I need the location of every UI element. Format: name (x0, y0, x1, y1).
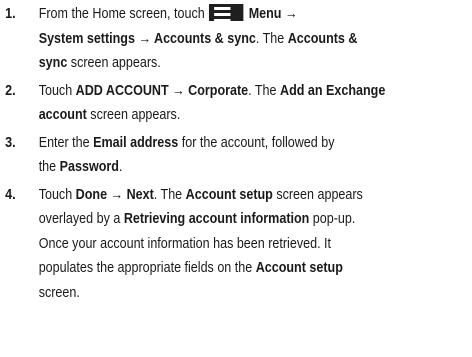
step-line: overlayed by a Retrieving account inform… (39, 207, 472, 232)
step-line: Once your account information has been r… (39, 232, 472, 257)
text-segment-bold: account (38, 107, 87, 123)
text-segment: screen appears. (67, 55, 161, 71)
text-segment: Once your account information has been r… (38, 235, 332, 252)
step-line: System settings → Accounts & sync. The A… (39, 27, 472, 52)
text-segment: . (118, 159, 123, 175)
text-segment-bold: Accounts & (287, 30, 358, 47)
step-4: 4. Touch Done → Next. The Account setup … (0, 183, 471, 306)
step-2: 2. Touch ADD ACCOUNT → Corporate. The Ad… (0, 79, 471, 128)
step-line: sync screen appears. (39, 51, 472, 76)
text-segment: Enter the (38, 134, 94, 151)
text-segment-bold: Account setup (185, 186, 273, 203)
text-segment: screen. (38, 284, 80, 301)
text-segment: From the Home screen, touch (38, 6, 205, 22)
text-segment-bold: Add an Exchange (280, 82, 386, 99)
text-segment-bold: sync (38, 55, 68, 71)
step-line: Touch Done → Next. The Account setup scr… (39, 183, 472, 208)
step-line: account screen appears. (39, 103, 472, 128)
text-segment: screen appears (272, 186, 363, 203)
step-line: populates the appropriate fields on the … (39, 256, 472, 281)
step-line: Enter the Email address for the account,… (39, 131, 472, 156)
text-segment: screen appears. (86, 107, 181, 123)
step-number: 2. (5, 82, 16, 99)
text-segment: . The (255, 30, 288, 47)
menu-icon (209, 4, 244, 21)
text-segment: Touch (38, 186, 76, 203)
text-segment-bold: Retrieving account information (123, 211, 310, 227)
step-line: the Password. (39, 155, 472, 180)
step-number: 4. (5, 186, 16, 203)
step-line: From the Home screen, touch Menu → (39, 2, 472, 27)
step-3: 3. Enter the Email address for the accou… (0, 131, 471, 180)
text-segment: . The (153, 186, 186, 203)
text-segment: . The (248, 82, 281, 99)
step-line: Touch ADD ACCOUNT → Corporate. The Add a… (39, 79, 472, 104)
step-1: 1. From the Home screen, touch Menu → Sy… (0, 2, 471, 76)
text-segment-bold: System settings → Accounts & sync (38, 30, 256, 47)
text-segment-bold: Password (59, 159, 119, 175)
text-segment-bold: Done → Next (75, 186, 154, 203)
text-segment-bold: Account setup (255, 260, 343, 276)
steps-list: 1. From the Home screen, touch Menu → Sy… (0, 2, 471, 305)
step-number: 3. (5, 134, 16, 151)
text-segment-bold: Menu → (248, 6, 298, 22)
instruction-page: 1. From the Home screen, touch Menu → Sy… (0, 0, 406, 357)
text-segment: overlayed by a (38, 211, 124, 227)
text-segment-bold: Email address (93, 134, 179, 151)
text-segment-bold: ADD ACCOUNT → Corporate (75, 82, 249, 99)
text-segment: Touch (38, 82, 76, 99)
text-segment: for the account, followed by (178, 134, 335, 151)
text-segment: pop-up. (309, 211, 356, 227)
text-segment: populates the appropriate fields on the (38, 260, 256, 276)
step-line: screen. (39, 281, 472, 306)
step-number: 1. (5, 6, 16, 22)
text-segment: the (38, 159, 60, 175)
